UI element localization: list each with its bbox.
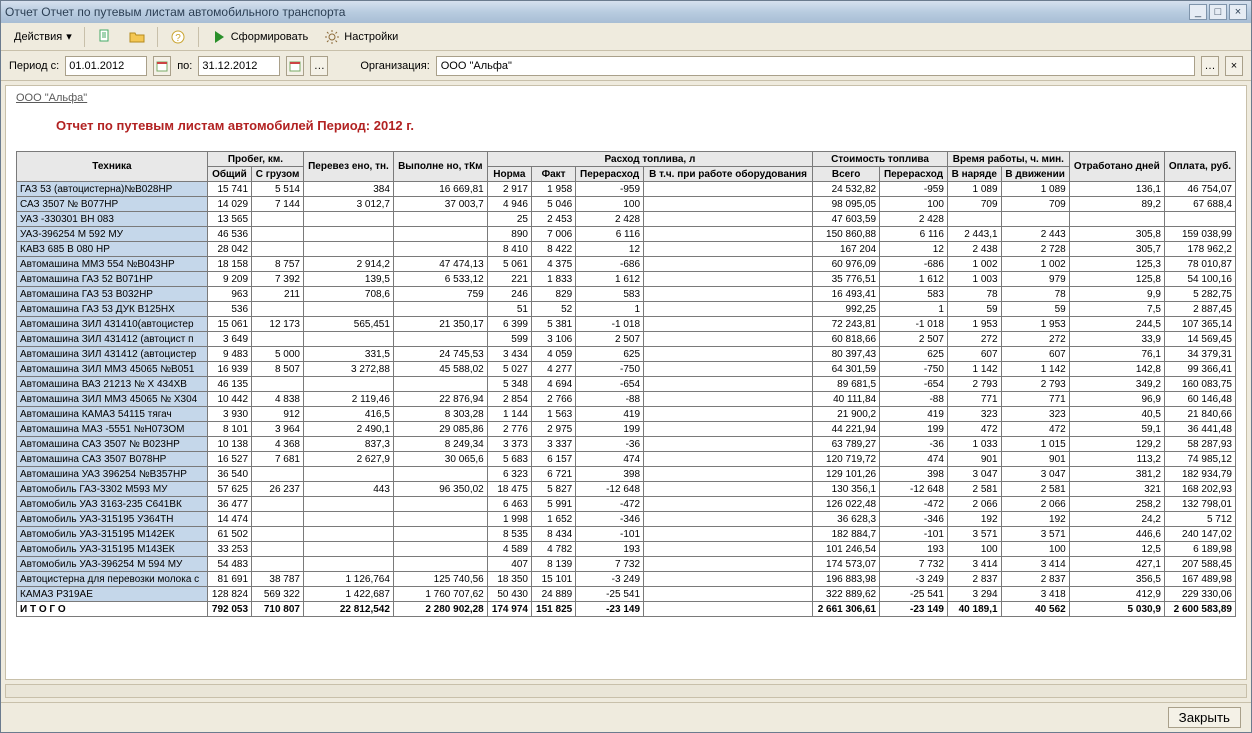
table-row: Автомобиль ГАЗ-3302 М593 МУ57 62526 2374…	[17, 482, 1236, 497]
table-row: Автоцистерна для перевозки молока с81 69…	[17, 572, 1236, 587]
form-button[interactable]: Сформировать	[204, 26, 316, 48]
report-area: ООО "Альфа" Отчет по путевым листам авто…	[5, 85, 1247, 680]
footer: Закрыть	[1, 702, 1251, 732]
table-row: УАЗ -330301 ВН 08313 565252 4532 42847 6…	[17, 212, 1236, 227]
date-from-calendar[interactable]	[153, 56, 171, 76]
report-title: Отчет по путевым листам автомобилей Пери…	[56, 118, 1236, 133]
actions-menu[interactable]: Действия ▾	[7, 26, 79, 48]
parameters-bar: Период с: 01.01.2012 по: 31.12.2012 … Ор…	[1, 51, 1251, 81]
table-row: Автомобиль УАЗ-315195 М142ЕК61 5028 5358…	[17, 527, 1236, 542]
open-icon-button[interactable]	[122, 26, 152, 48]
play-icon	[211, 29, 227, 45]
table-row: Автомобиль УАЗ-315195 У364ТН14 4741 9981…	[17, 512, 1236, 527]
table-row: Автомашина САЗ 3507 № В023НР10 1384 3688…	[17, 437, 1236, 452]
table-row: Автомашина ЗИЛ 431410(автоцистер15 06112…	[17, 317, 1236, 332]
table-row: Автомобиль УАЗ 3163-235 С641ВК36 4776 46…	[17, 497, 1236, 512]
period-picker-button[interactable]: …	[310, 56, 328, 76]
horizontal-scrollbar[interactable]	[5, 684, 1247, 698]
date-to-input[interactable]: 31.12.2012	[198, 56, 280, 76]
table-row: Автомашина ЗИЛ 431412 (автоцистер9 4835 …	[17, 347, 1236, 362]
toolbar: Действия ▾ ? Сформировать Настройки	[1, 23, 1251, 51]
table-row: Автомашина САЗ 3507 В078НР16 5277 6812 6…	[17, 452, 1236, 467]
svg-text:?: ?	[175, 33, 181, 44]
maximize-button[interactable]: □	[1209, 4, 1227, 20]
table-row: САЗ 3507 № В077НР14 0297 1443 012,737 00…	[17, 197, 1236, 212]
calendar-icon	[289, 60, 301, 72]
table-row: Автомашина УАЗ 396254 №В357НР36 5406 323…	[17, 467, 1236, 482]
window-title: Отчет Отчет по путевым листам автомобиль…	[5, 5, 1187, 19]
table-row: Автомашина ГАЗ 52 В071НР9 2097 392139,56…	[17, 272, 1236, 287]
org-clear-button[interactable]: ×	[1225, 56, 1243, 76]
report-table: Техника Пробег, км. Перевез ено, тн. Вып…	[16, 151, 1236, 617]
date-to-calendar[interactable]	[286, 56, 304, 76]
org-select-button[interactable]: …	[1201, 56, 1219, 76]
table-row: УАЗ-396254 М 592 МУ46 5368907 0066 11615…	[17, 227, 1236, 242]
table-row: Автомашина ВАЗ 21213 № Х 434ХВ46 1355 34…	[17, 377, 1236, 392]
title-bar: Отчет Отчет по путевым листам автомобиль…	[1, 1, 1251, 23]
total-row: И Т О Г О792 053710 80722 812,5422 280 9…	[17, 602, 1236, 617]
gear-icon	[324, 29, 340, 45]
org-link[interactable]: ООО "Альфа"	[16, 92, 87, 104]
help-button[interactable]: ?	[163, 26, 193, 48]
table-row: КАВЗ 685 В 080 НР28 0428 4108 42212167 2…	[17, 242, 1236, 257]
calendar-icon	[156, 60, 168, 72]
settings-button[interactable]: Настройки	[317, 26, 405, 48]
table-row: ГАЗ 53 (автоцистерна)№В028НР15 7415 5143…	[17, 182, 1236, 197]
close-window-button[interactable]: ×	[1229, 4, 1247, 20]
table-row: Автомашина ЗИЛ ММЗ 45065 №В05116 9398 50…	[17, 362, 1236, 377]
org-label: Организация:	[360, 60, 429, 72]
table-row: Автомобиль УАЗ-396254 М 594 МУ54 4834078…	[17, 557, 1236, 572]
folder-icon	[129, 29, 145, 45]
org-input[interactable]: ООО "Альфа"	[436, 56, 1195, 76]
table-row: Автомобиль УАЗ-315195 М143ЕК33 2534 5894…	[17, 542, 1236, 557]
table-row: Автомашина ЗИЛ ММЗ 45065 № Х30410 4424 8…	[17, 392, 1236, 407]
minimize-button[interactable]: _	[1189, 4, 1207, 20]
period-label: Период с:	[9, 60, 59, 72]
table-row: Автомашина МАЗ -5551 №Н073ОМ8 1013 9642 …	[17, 422, 1236, 437]
date-from-input[interactable]: 01.01.2012	[65, 56, 147, 76]
doc-icon-button[interactable]	[90, 26, 120, 48]
table-row: Автомашина КАМАЗ 54115 тягач3 930912416,…	[17, 407, 1236, 422]
table-row: Автомашина ГАЗ 53 ДУК В125НХ53651521992,…	[17, 302, 1236, 317]
table-row: Автомашина ГАЗ 53 В032НР963211708,675924…	[17, 287, 1236, 302]
close-button[interactable]: Закрыть	[1168, 707, 1241, 728]
help-icon: ?	[170, 29, 186, 45]
to-label: по:	[177, 60, 192, 72]
table-row: Автомашина ЗИЛ 431412 (автоцист п3 64959…	[17, 332, 1236, 347]
document-icon	[97, 29, 113, 45]
chevron-down-icon: ▾	[66, 30, 72, 43]
table-row: Автомашина ММЗ 554 №В043НР18 1588 7572 9…	[17, 257, 1236, 272]
table-row: КАМАЗ Р319АЕ128 824569 3221 422,6871 760…	[17, 587, 1236, 602]
